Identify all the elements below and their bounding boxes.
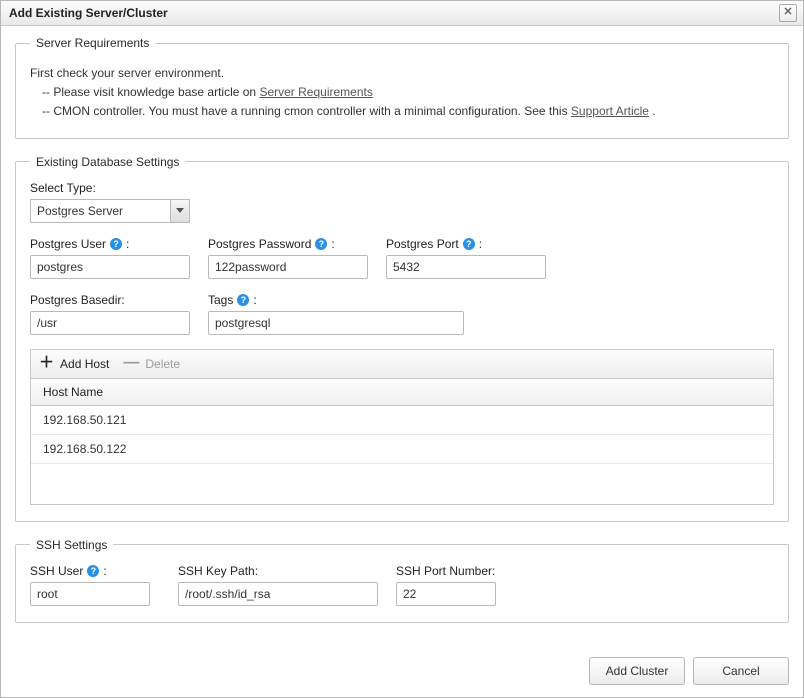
ssh-user-input[interactable] xyxy=(30,582,150,606)
postgres-port-input[interactable] xyxy=(386,255,546,279)
help-icon[interactable]: ? xyxy=(463,238,475,250)
add-host-label: Add Host xyxy=(60,357,109,371)
requirements-intro: First check your server environment. xyxy=(30,66,224,80)
host-name-cell: 192.168.50.122 xyxy=(43,442,126,456)
database-settings-legend: Existing Database Settings xyxy=(30,155,185,169)
help-icon[interactable]: ? xyxy=(87,565,99,577)
host-grid: ＋ Add Host — Delete Host Name 192.168.50… xyxy=(30,349,774,505)
dialog-body: Server Requirements First check your ser… xyxy=(1,26,803,657)
host-header-label: Host Name xyxy=(43,385,103,399)
server-requirements-link[interactable]: Server Requirements xyxy=(259,85,372,99)
host-toolbar: ＋ Add Host — Delete xyxy=(31,350,773,379)
postgres-password-label: Postgres Password xyxy=(208,237,311,251)
table-row[interactable]: 192.168.50.122 xyxy=(31,435,773,464)
requirements-line1: -- Please visit knowledge base article o… xyxy=(42,83,774,102)
requirements-line2: -- CMON controller. You must have a runn… xyxy=(42,102,774,121)
host-empty-area xyxy=(31,464,773,504)
tags-input[interactable] xyxy=(208,311,464,335)
server-requirements-legend: Server Requirements xyxy=(30,36,155,50)
requirements-line1-prefix: -- Please visit knowledge base article o… xyxy=(42,85,259,99)
dialog-button-bar: Add Cluster Cancel xyxy=(1,657,803,697)
close-button[interactable]: ✕ xyxy=(779,4,797,22)
dialog-title: Add Existing Server/Cluster xyxy=(9,6,779,20)
ssh-port-input[interactable] xyxy=(396,582,496,606)
postgres-basedir-label: Postgres Basedir: xyxy=(30,293,190,307)
ssh-settings-fieldset: SSH Settings SSH User ?: SSH Key Path: S… xyxy=(15,538,789,623)
table-row[interactable]: 192.168.50.121 xyxy=(31,406,773,435)
ssh-key-path-input[interactable] xyxy=(178,582,378,606)
close-icon: ✕ xyxy=(783,6,792,18)
server-requirements-fieldset: Server Requirements First check your ser… xyxy=(15,36,789,139)
select-type-label: Select Type: xyxy=(30,181,774,195)
dialog-titlebar: Add Existing Server/Cluster ✕ xyxy=(1,1,803,26)
select-type-value: Postgres Server xyxy=(31,204,170,218)
host-rows-container: 192.168.50.121 192.168.50.122 xyxy=(31,406,773,504)
host-grid-header: Host Name xyxy=(31,379,773,406)
support-article-link[interactable]: Support Article xyxy=(571,104,649,118)
host-name-cell: 192.168.50.121 xyxy=(43,413,126,427)
select-type-dropdown[interactable]: Postgres Server xyxy=(30,199,190,223)
ssh-key-path-label: SSH Key Path: xyxy=(178,564,378,578)
postgres-password-input[interactable] xyxy=(208,255,368,279)
chevron-down-icon xyxy=(170,200,189,222)
postgres-user-label: Postgres User xyxy=(30,237,106,251)
delete-host-label: Delete xyxy=(145,357,180,371)
postgres-user-input[interactable] xyxy=(30,255,190,279)
add-host-button[interactable]: ＋ Add Host xyxy=(39,357,109,371)
delete-host-button[interactable]: — Delete xyxy=(123,357,180,371)
tags-label: Tags xyxy=(208,293,233,307)
requirements-text: First check your server environment. -- … xyxy=(30,64,774,122)
postgres-basedir-input[interactable] xyxy=(30,311,190,335)
help-icon[interactable]: ? xyxy=(110,238,122,250)
database-settings-fieldset: Existing Database Settings Select Type: … xyxy=(15,155,789,522)
requirements-line2-prefix: -- CMON controller. You must have a runn… xyxy=(42,104,571,118)
ssh-port-label: SSH Port Number: xyxy=(396,564,496,578)
dialog-window: Add Existing Server/Cluster ✕ Server Req… xyxy=(0,0,804,698)
ssh-settings-legend: SSH Settings xyxy=(30,538,113,552)
cancel-button[interactable]: Cancel xyxy=(693,657,789,685)
help-icon[interactable]: ? xyxy=(237,294,249,306)
help-icon[interactable]: ? xyxy=(315,238,327,250)
postgres-port-label: Postgres Port xyxy=(386,237,459,251)
ssh-user-label: SSH User xyxy=(30,564,83,578)
requirements-line2-suffix: . xyxy=(649,104,656,118)
add-cluster-button[interactable]: Add Cluster xyxy=(589,657,685,685)
